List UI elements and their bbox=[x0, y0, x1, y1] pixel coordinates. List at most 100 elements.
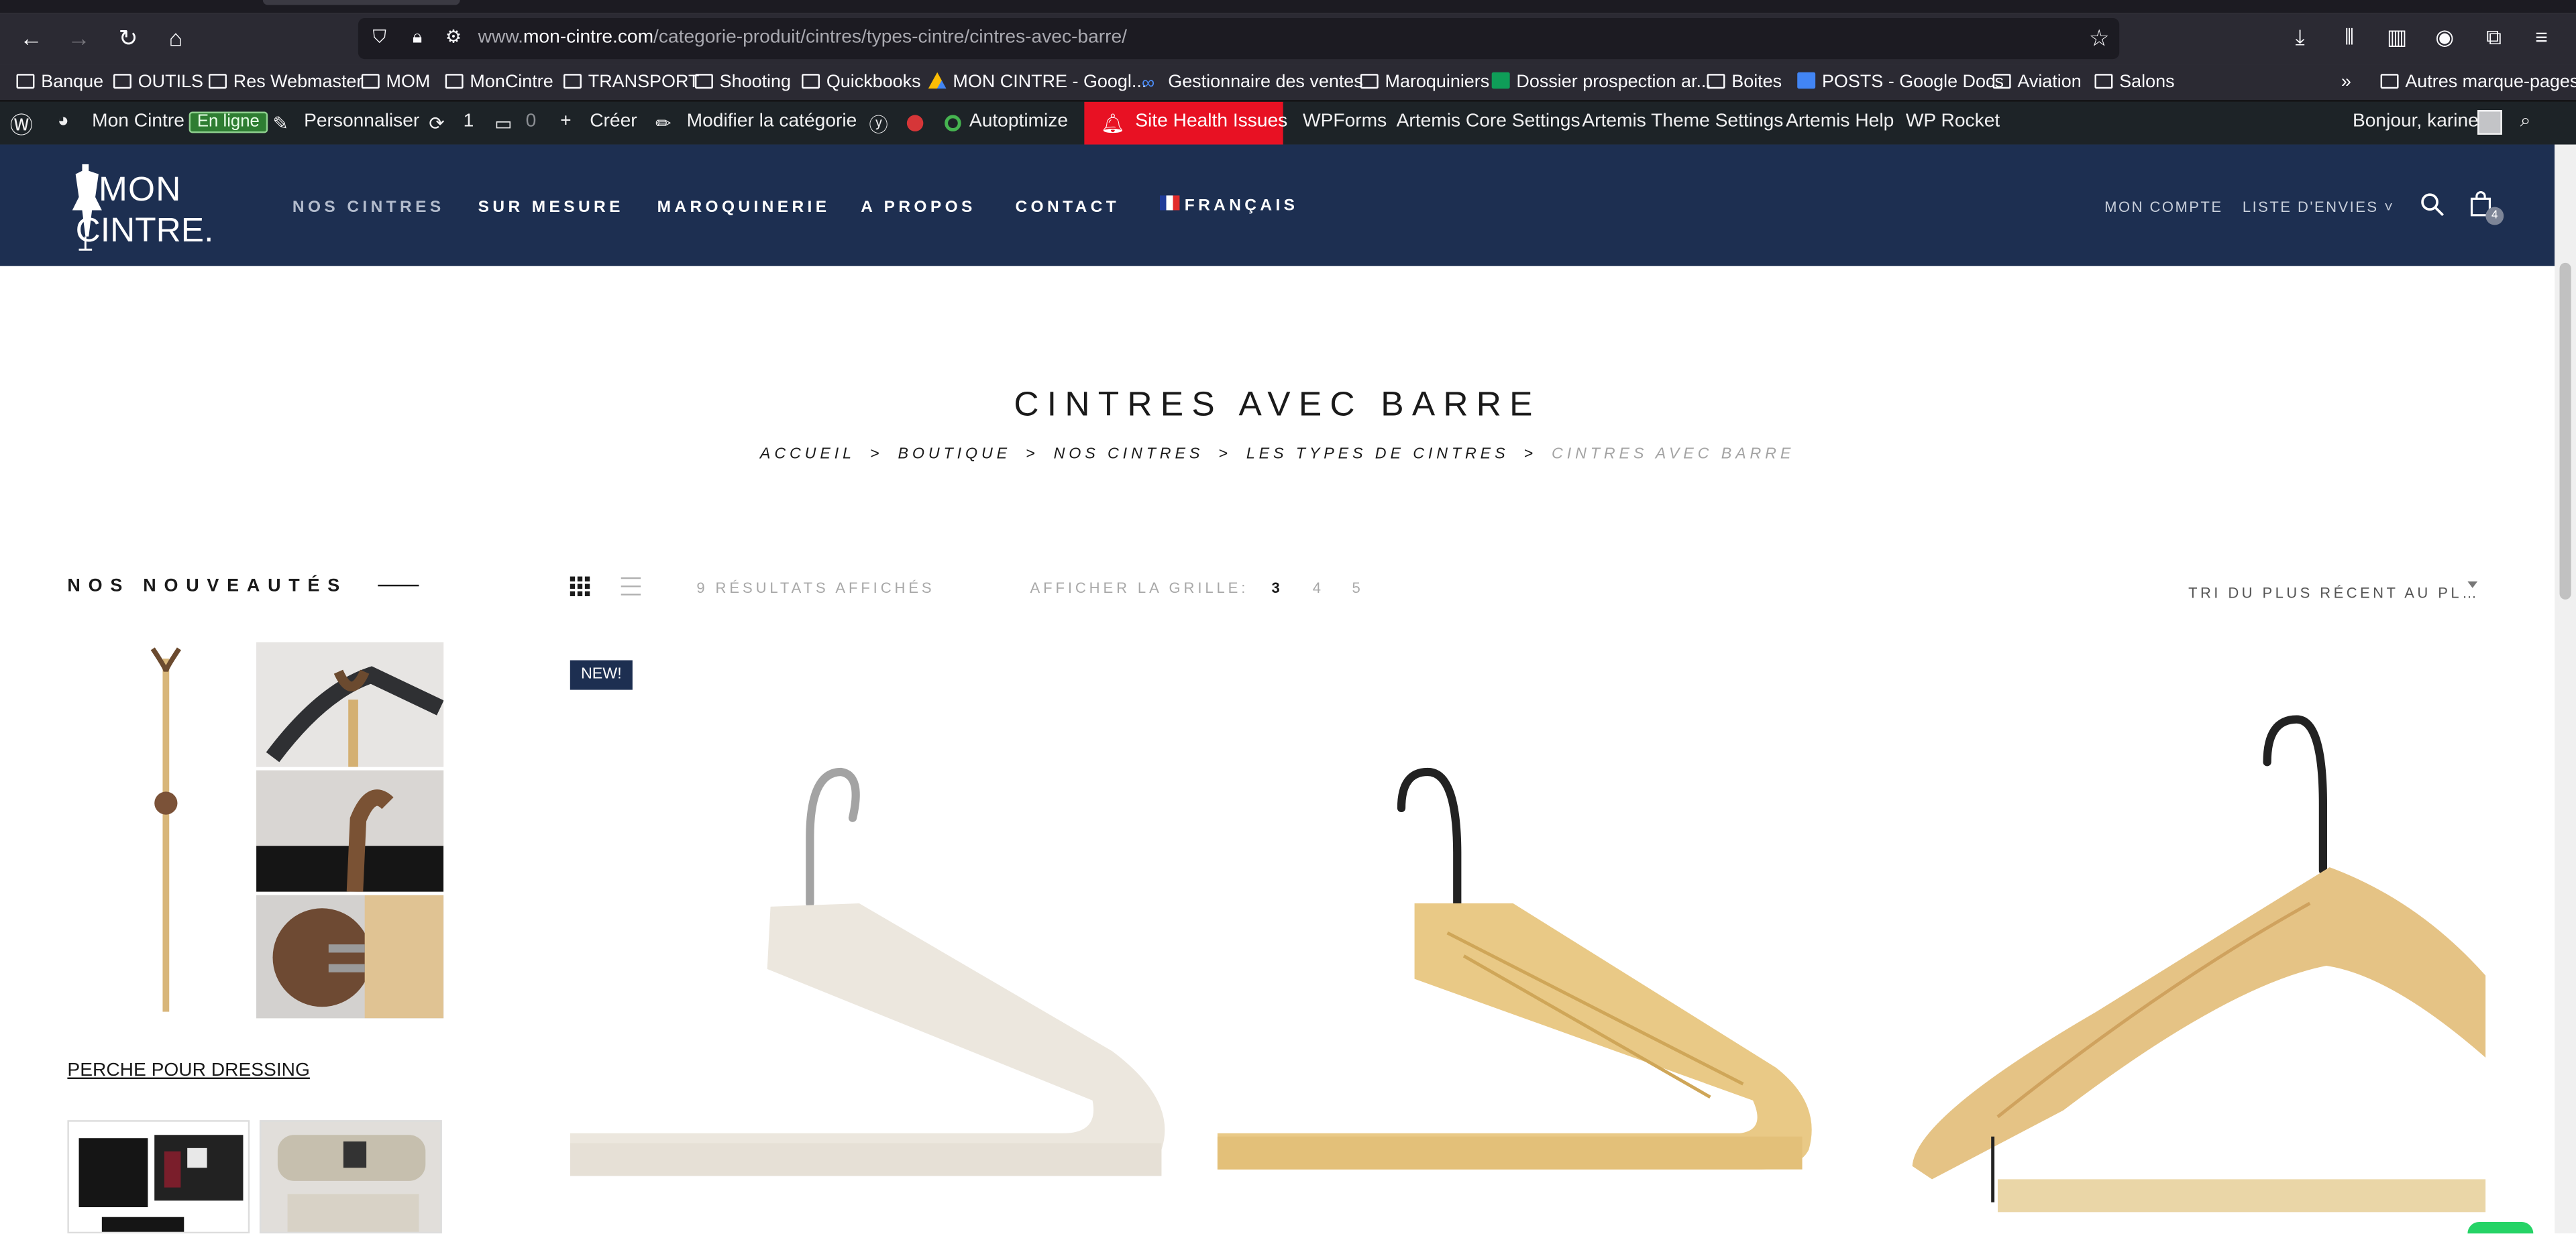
nav-maroquinerie[interactable]: MAROQUINERIE bbox=[657, 199, 830, 217]
sidebar-product-link[interactable]: PERCHE POUR DRESSING bbox=[67, 1061, 309, 1080]
nav-contact[interactable]: CONTACT bbox=[1015, 199, 1120, 217]
nav-sur-mesure[interactable]: SUR MESURE bbox=[478, 199, 624, 217]
bookmark-mom[interactable]: MOM bbox=[361, 72, 430, 92]
bookmark-star-icon[interactable]: ☆ bbox=[2089, 25, 2110, 53]
product-image-watch-roll[interactable] bbox=[259, 1120, 442, 1234]
pine-hanger-with-bar-image bbox=[1217, 657, 1835, 1234]
wp-rocket-link[interactable]: WP Rocket bbox=[1906, 112, 2000, 131]
bookmark-transport[interactable]: TRANSPORT bbox=[564, 72, 699, 92]
customize-link[interactable]: Personnaliser bbox=[304, 112, 419, 131]
yoast-icon[interactable]: ⓨ bbox=[869, 112, 888, 138]
bookmark-mon-cintre-google[interactable]: MON CINTRE - Googl... bbox=[928, 72, 1146, 92]
nav-language[interactable]: FRANÇAIS bbox=[1159, 195, 1298, 215]
bookmark-maroquiniers[interactable]: Maroquiniers bbox=[1360, 72, 1489, 92]
chat-widget-button[interactable] bbox=[2467, 1222, 2534, 1234]
seo-status-icon[interactable] bbox=[906, 115, 924, 131]
account-icon[interactable]: ◉ bbox=[2430, 23, 2459, 52]
breadcrumb-current: CINTRES AVEC BARRE bbox=[1552, 445, 1795, 463]
wpforms-link[interactable]: WPForms bbox=[1303, 112, 1387, 131]
product-card-2[interactable] bbox=[1217, 657, 1835, 1234]
product-image-perche-detail-2[interactable] bbox=[256, 770, 444, 892]
greeting-link[interactable]: Bonjour, karine bbox=[2353, 112, 2479, 131]
pencil-icon[interactable]: ✏ bbox=[655, 112, 672, 134]
product-card-3[interactable] bbox=[1866, 657, 2486, 1234]
sort-select[interactable]: TRI DU PLUS RÉCENT AU PL… bbox=[2188, 585, 2479, 601]
logo-text-cintre[interactable]: CINTRE. bbox=[76, 212, 214, 251]
page-scrollbar[interactable] bbox=[2555, 144, 2576, 1234]
site-health-alert[interactable]: 🔔︎ Site Health Issues bbox=[1084, 101, 1287, 145]
artemis-theme-link[interactable]: Artemis Theme Settings bbox=[1582, 112, 1783, 131]
sidebar-icon[interactable]: ▥ bbox=[2382, 23, 2412, 52]
create-link[interactable]: Créer bbox=[590, 112, 637, 131]
artemis-help-link[interactable]: Artemis Help bbox=[1786, 112, 1894, 131]
list-view-icon[interactable] bbox=[619, 575, 642, 598]
bookmark-other[interactable]: Autres marque-pages bbox=[2380, 72, 2576, 92]
url-text[interactable]: www.mon-cintre.com/categorie-produit/cin… bbox=[478, 28, 1127, 48]
lock-icon[interactable]: 🔒︎ bbox=[406, 26, 429, 49]
comments-count[interactable]: 0 bbox=[526, 112, 537, 131]
shield-icon[interactable]: ⛉ bbox=[368, 26, 391, 49]
grid-view-icon[interactable] bbox=[568, 575, 591, 598]
edit-category-link[interactable]: Modifier la catégorie bbox=[687, 112, 857, 131]
bookmark-banque[interactable]: Banque bbox=[16, 72, 103, 92]
breadcrumb-accueil[interactable]: ACCUEIL bbox=[760, 445, 855, 463]
grid-option-4[interactable]: 4 bbox=[1313, 579, 1321, 596]
updates-count[interactable]: 1 bbox=[464, 112, 474, 131]
bookmark-salons[interactable]: Salons bbox=[2094, 72, 2175, 92]
reload-icon[interactable]: ↻ bbox=[113, 23, 143, 52]
grid-option-3[interactable]: 3 bbox=[1272, 579, 1280, 596]
back-icon[interactable]: ← bbox=[16, 23, 46, 52]
nav-a-propos[interactable]: A PROPOS bbox=[861, 199, 976, 217]
scrollbar-thumb[interactable] bbox=[2559, 262, 2571, 600]
bookmark-shooting[interactable]: Shooting bbox=[694, 72, 791, 92]
natural-wood-hanger-with-bar-image bbox=[1866, 657, 2486, 1234]
search-icon[interactable] bbox=[2420, 192, 2445, 217]
artemis-core-link[interactable]: Artemis Core Settings bbox=[1397, 112, 1580, 131]
home-icon[interactable]: ⌂ bbox=[161, 23, 191, 52]
bookmark-posts[interactable]: POSTS - Google Docs bbox=[1797, 72, 2004, 92]
breadcrumb-types[interactable]: LES TYPES DE CINTRES bbox=[1246, 445, 1509, 463]
forward-icon[interactable]: → bbox=[64, 23, 94, 52]
dashboard-icon[interactable]: ◕ bbox=[58, 112, 69, 131]
bookmark-res-webmaster[interactable]: Res Webmaster bbox=[209, 72, 362, 92]
product-card-1[interactable] bbox=[570, 657, 1190, 1234]
bookmark-outils[interactable]: OUTILS bbox=[113, 72, 203, 92]
permissions-icon[interactable]: ⚙ bbox=[442, 26, 465, 49]
logo-text-mon[interactable]: MON bbox=[99, 171, 182, 211]
comments-icon[interactable]: ▭ bbox=[494, 112, 513, 134]
autoptimize-link[interactable]: Autoptimize bbox=[969, 112, 1068, 131]
breadcrumb-nos-cintres[interactable]: NOS CINTRES bbox=[1054, 445, 1204, 463]
breadcrumb-boutique[interactable]: BOUTIQUE bbox=[898, 445, 1011, 463]
bookmark-gestionnaire[interactable]: ∞ Gestionnaire des ventes bbox=[1142, 72, 1363, 94]
updates-icon[interactable]: ⟳ bbox=[429, 112, 445, 134]
wall-mount-image bbox=[272, 895, 444, 1019]
product-image-perche-main[interactable] bbox=[67, 642, 252, 1019]
active-tab[interactable] bbox=[262, 0, 460, 5]
my-account-link[interactable]: MON COMPTE bbox=[2104, 199, 2222, 215]
product-image-perche-detail-3[interactable] bbox=[256, 895, 444, 1019]
bookmark-moncintre[interactable]: MonCintre bbox=[445, 72, 553, 92]
product-image-perche-detail-1[interactable] bbox=[256, 642, 444, 767]
download-icon[interactable]: ⤓ bbox=[2286, 23, 2315, 52]
menu-icon[interactable]: ≡ bbox=[2527, 23, 2557, 52]
plus-icon[interactable]: + bbox=[560, 112, 571, 131]
product-image-wallet[interactable] bbox=[67, 1120, 250, 1234]
brush-icon[interactable]: ✎ bbox=[273, 112, 289, 134]
avatar[interactable] bbox=[2477, 110, 2502, 135]
site-name-link[interactable]: Mon Cintre bbox=[92, 112, 184, 131]
grid-option-5[interactable]: 5 bbox=[1352, 579, 1360, 596]
bookmark-dossier-prospection[interactable]: Dossier prospection ar... bbox=[1491, 72, 1711, 92]
bookmarks-overflow-icon[interactable]: » bbox=[2341, 72, 2351, 92]
wp-admin-bar: Ⓦ ◕ Mon Cintre En ligne ✎ Personnaliser … bbox=[0, 101, 2576, 145]
bookmark-aviation[interactable]: Aviation bbox=[1992, 72, 2082, 92]
wordpress-icon[interactable]: Ⓦ bbox=[10, 109, 33, 142]
nav-nos-cintres[interactable]: NOS CINTRES bbox=[292, 199, 445, 217]
extensions-icon[interactable]: ⧉ bbox=[2479, 23, 2509, 52]
sort-caret-icon[interactable] bbox=[2467, 581, 2478, 588]
admin-search-icon[interactable]: ⌕ bbox=[2520, 112, 2531, 133]
wishlist-link[interactable]: LISTE D'ENVIES ˅ bbox=[2243, 199, 2395, 215]
bookmark-quickbooks[interactable]: Quickbooks bbox=[802, 72, 921, 92]
library-icon[interactable]: ⫴ bbox=[2334, 23, 2364, 52]
bookmark-boites[interactable]: Boites bbox=[1707, 72, 1782, 92]
url-bar[interactable]: ⛉ 🔒︎ ⚙ www.mon-cintre.com/categorie-prod… bbox=[358, 17, 2120, 60]
